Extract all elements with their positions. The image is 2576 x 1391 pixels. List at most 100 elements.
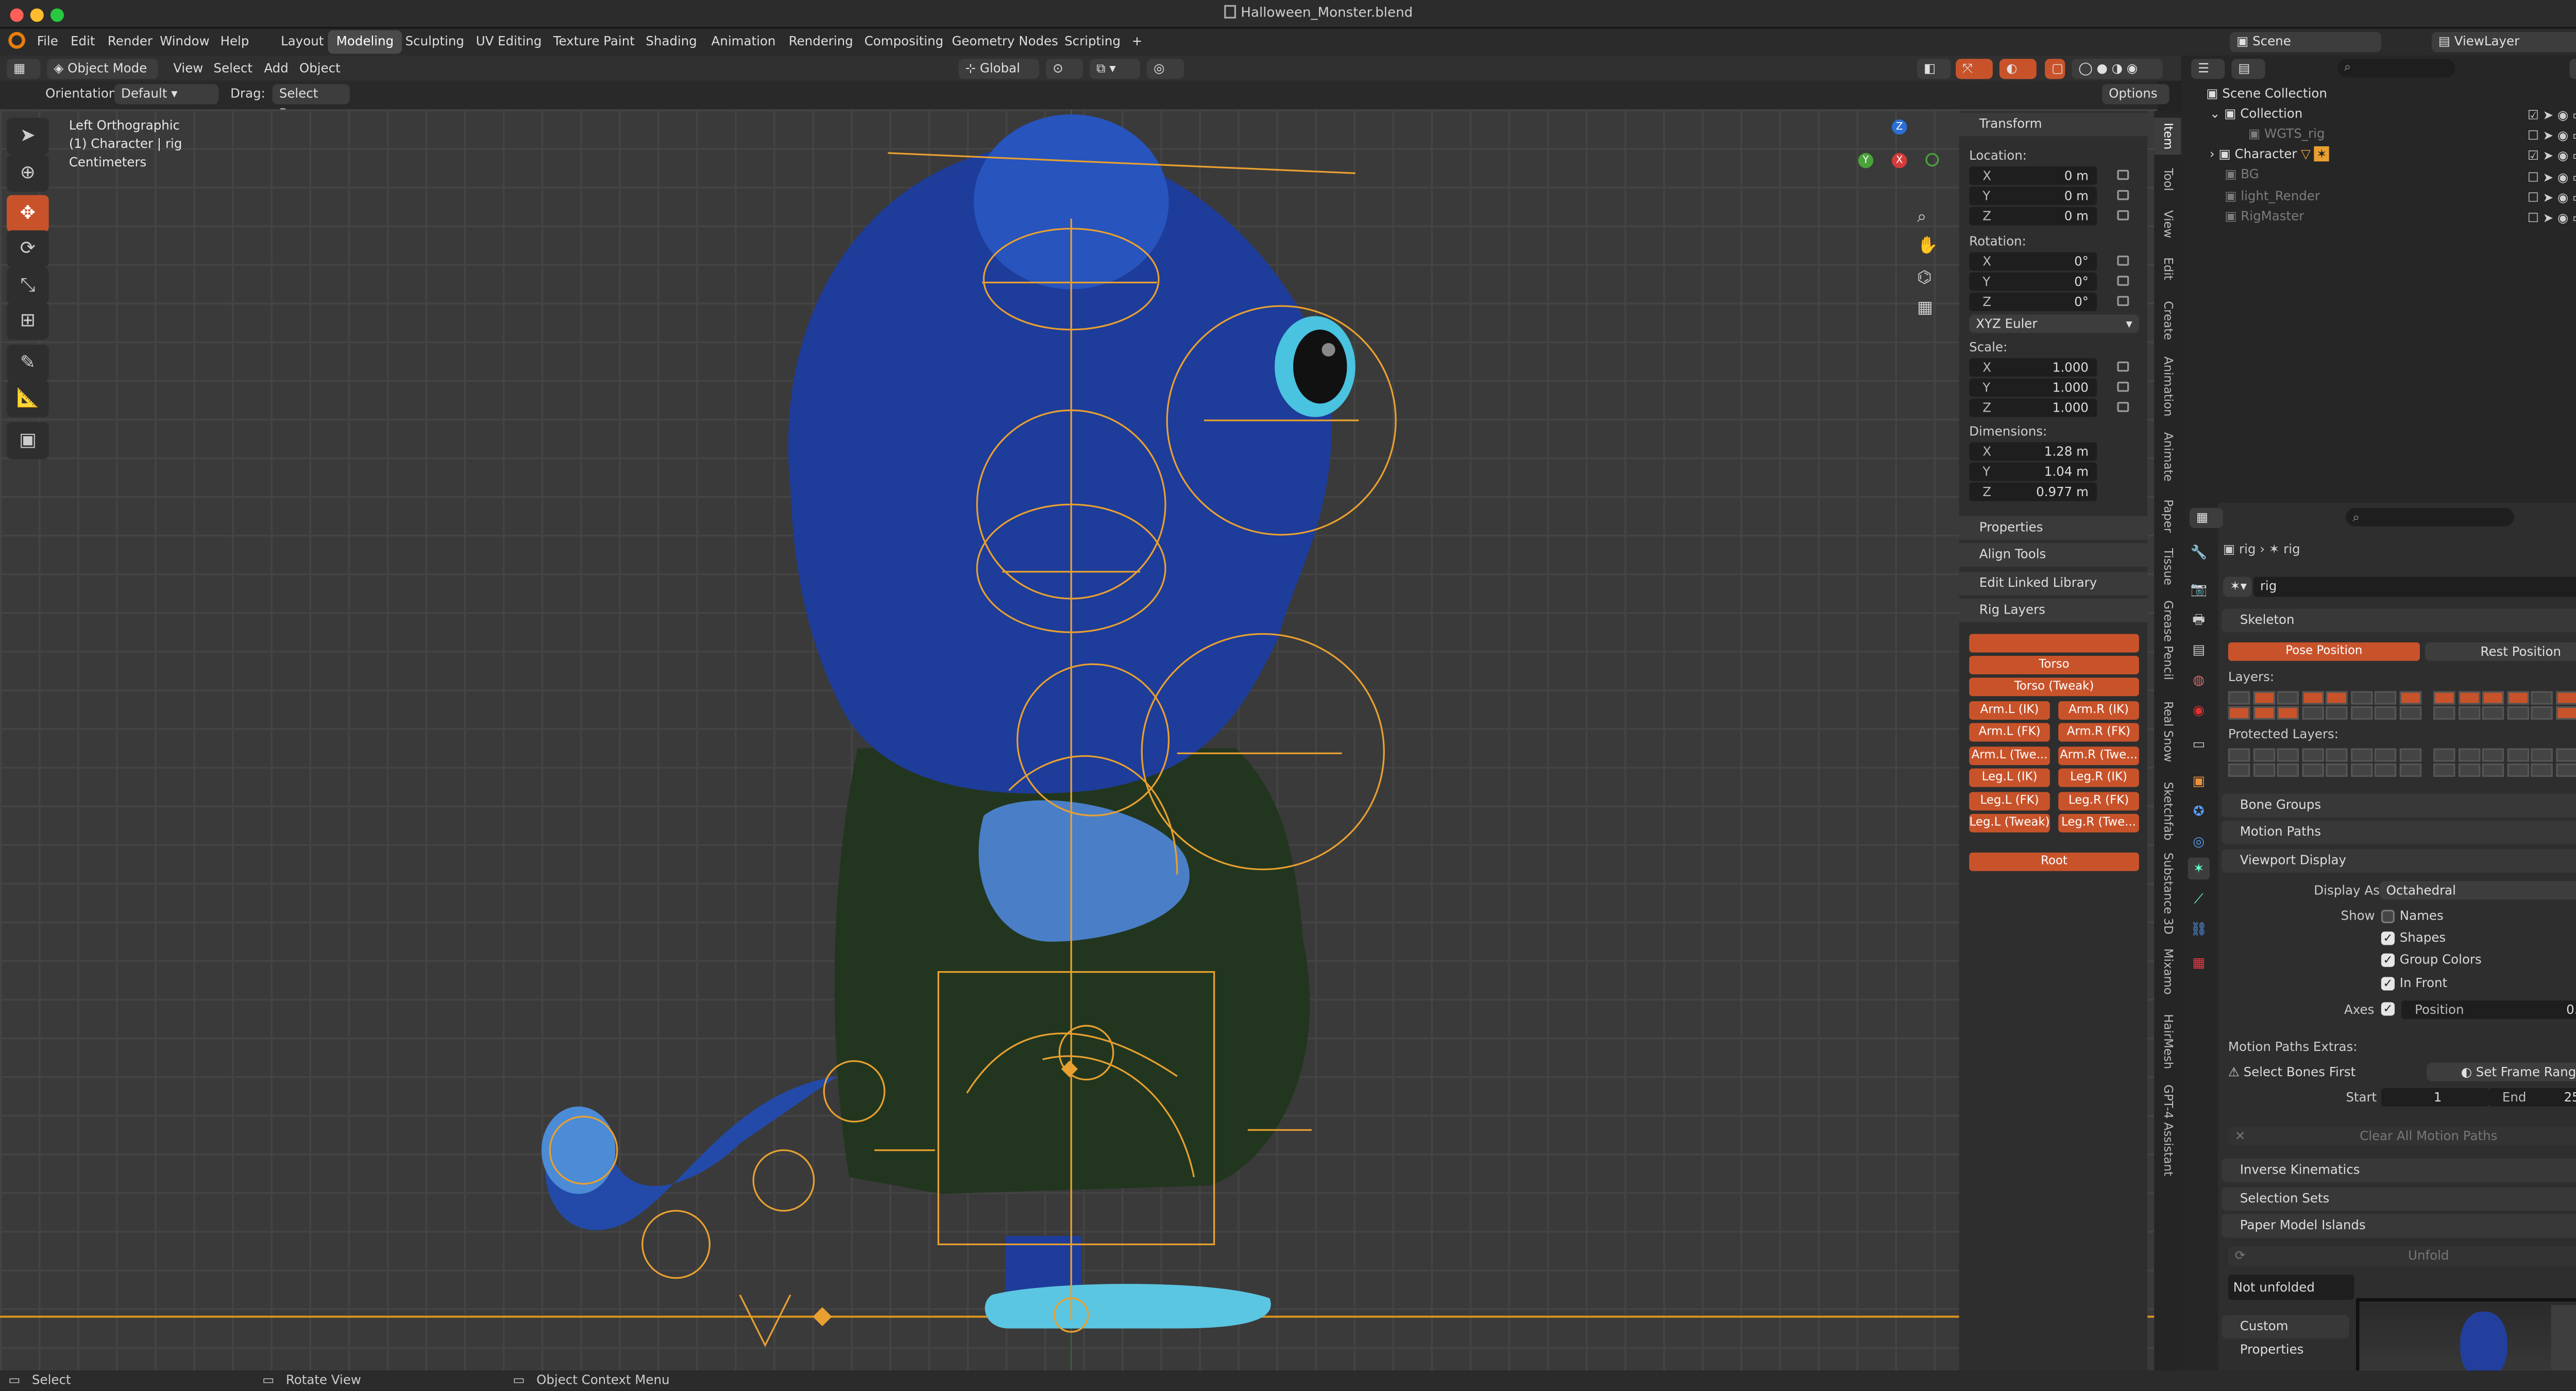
bone-layer-cell[interactable] — [2350, 763, 2372, 777]
outliner-row-light-render[interactable]: ▣ light_Render — [2225, 186, 2320, 207]
bone-layer-cell[interactable] — [2252, 763, 2275, 777]
rotate-tool-button[interactable]: ⟳ — [7, 230, 49, 267]
bone-layer-cell[interactable] — [2482, 706, 2504, 720]
bone-layer-cell[interactable] — [2506, 706, 2529, 720]
bone-layer-cell[interactable] — [2531, 691, 2553, 705]
tab-compositing[interactable]: Compositing — [856, 30, 952, 54]
paper-model-islands-section-header[interactable]: Paper Model Islands — [2221, 1214, 2576, 1238]
bone-layer-cell[interactable] — [2531, 763, 2553, 777]
location-x-field[interactable]: X0 m — [1969, 166, 2097, 185]
display-as-selector[interactable]: Octahedral▾ — [2379, 881, 2576, 900]
motion-paths-section-header[interactable]: Motion Paths — [2221, 820, 2576, 844]
tab-sculpting[interactable]: Sculpting — [397, 30, 472, 54]
overlays-toggle-button[interactable]: ◐ — [1999, 59, 2037, 79]
transform-orientation-selector[interactable]: ⊹ Global — [958, 59, 1040, 79]
bone-layer-cell[interactable] — [2326, 706, 2348, 720]
collection-properties-tab[interactable]: ▭ — [2188, 733, 2210, 755]
3d-viewport[interactable]: ➤ ⊕ ✥ ⟳ ⤡ ⊞ ✎ 📐 ▣ Left Orthographic (1) … — [0, 109, 2158, 1371]
z-axis-icon[interactable]: Z — [1892, 119, 1907, 135]
scale-y-field[interactable]: Y 1.000 — [1969, 378, 2097, 397]
tab-uv-editing[interactable]: UV Editing — [467, 30, 550, 54]
outliner-row-wgts-rig[interactable]: ▣ WGTS_rig — [2248, 125, 2325, 145]
bone-layer-cell[interactable] — [2531, 748, 2553, 762]
tab-shading[interactable]: Shading — [637, 30, 705, 54]
bone-constraints-tab[interactable]: ⛓ — [2188, 918, 2210, 940]
tab-real-snow[interactable]: Real Snow — [2154, 696, 2181, 767]
bone-layer-cell[interactable] — [2301, 763, 2324, 777]
pose-position-button[interactable]: Pose Position — [2228, 642, 2420, 661]
bone-layer-cell[interactable] — [2399, 763, 2421, 777]
rig-layer-root-button[interactable]: Root — [1969, 852, 2139, 871]
bone-layer-cell[interactable] — [2458, 706, 2480, 720]
dimensions-y-field[interactable]: Y 1.04 m — [1969, 462, 2097, 481]
location-y-field[interactable]: Y0 m — [1969, 186, 2097, 206]
bone-layer-cell[interactable] — [2506, 691, 2529, 705]
tab-animation[interactable]: Animation — [2154, 353, 2181, 420]
bone-layer-cell[interactable] — [2228, 748, 2250, 762]
bone-layer-cell[interactable] — [2374, 691, 2397, 705]
mode-selector[interactable]: ◈ Object Mode ▾ — [47, 59, 158, 96]
proportional-edit-button[interactable]: ◎ — [1147, 59, 1184, 79]
options-button[interactable]: Options ▾ — [2102, 84, 2170, 121]
tab-create[interactable]: Create — [2154, 296, 2181, 346]
tab-mixamo[interactable]: Mixamo — [2154, 945, 2181, 998]
bone-layer-cell[interactable] — [2555, 748, 2576, 762]
texture-properties-tab[interactable]: ▦ — [2188, 952, 2210, 973]
align-tools-panel-header[interactable]: Align Tools — [1959, 543, 2148, 567]
annotate-tool-button[interactable]: ✎ — [7, 345, 49, 382]
tab-texture-paint[interactable]: Texture Paint — [545, 30, 643, 54]
gizmo-toggle-button[interactable]: ⤧ — [1956, 59, 1993, 79]
rig-layer-face-button[interactable] — [1969, 634, 2139, 653]
bone-properties-tab[interactable]: ⟋ — [2188, 888, 2210, 909]
tab-modeling[interactable]: Modeling — [328, 30, 402, 54]
properties-search-input[interactable]: ⌕ — [2346, 507, 2514, 527]
bone-layer-cell[interactable] — [2301, 748, 2324, 762]
scene-properties-tab[interactable]: ◍ — [2188, 669, 2210, 691]
armature-data-tab[interactable]: ✶ — [2188, 857, 2210, 880]
zoom-icon[interactable]: ⌕ — [1917, 209, 1926, 227]
tab-animate[interactable]: Animate — [2154, 427, 2181, 488]
tab-paper[interactable]: Paper — [2154, 495, 2181, 538]
rig-layer-leg-r-tweak-button[interactable]: Leg.R (Twe... — [2058, 813, 2139, 833]
viewport-menu-add[interactable]: Add — [257, 57, 295, 81]
bone-layer-cell[interactable] — [2277, 706, 2299, 720]
rig-layers-panel-header[interactable]: Rig Layers — [1959, 598, 2148, 622]
properties-panel-header[interactable]: Properties — [1959, 516, 2148, 540]
world-properties-tab[interactable]: ◉ — [2188, 700, 2210, 721]
dimensions-x-field[interactable]: X 1.28 m — [1969, 442, 2097, 461]
menu-help[interactable]: Help — [214, 30, 256, 54]
properties-editor-type-button[interactable]: ▦ — [2189, 507, 2224, 528]
bone-layer-cell[interactable] — [2277, 748, 2299, 762]
bone-layer-cell[interactable] — [2374, 763, 2397, 777]
bone-layer-cell[interactable] — [2228, 706, 2250, 720]
bone-layer-cell[interactable] — [2482, 691, 2504, 705]
pan-hand-icon[interactable]: ✋ — [1917, 237, 1938, 256]
modifier-properties-tab[interactable]: ✪ — [2188, 801, 2210, 822]
x-axis-icon[interactable]: X — [1892, 153, 1907, 168]
view-layer-properties-tab[interactable]: ▤ — [2188, 639, 2210, 660]
lock-icon[interactable] — [2117, 381, 2129, 392]
show-group-colors-checkbox[interactable]: ✓ — [2381, 953, 2395, 967]
rotation-x-field[interactable]: X 0° — [1969, 252, 2097, 271]
bone-layer-cell[interactable] — [2531, 706, 2553, 720]
physics-properties-tab[interactable]: ◎ — [2188, 830, 2210, 852]
lock-icon[interactable] — [2117, 256, 2129, 266]
outliner-editor-type-button[interactable]: ☰ — [2191, 59, 2225, 79]
tab-animation[interactable]: Animation — [703, 30, 784, 54]
tab-gpt4-assistant[interactable]: GPT-4 Assistant — [2154, 1083, 2181, 1177]
axes-checkbox[interactable]: ✓ — [2381, 1002, 2395, 1016]
tab-item[interactable]: Item — [2154, 117, 2181, 155]
menu-render[interactable]: Render — [101, 30, 159, 54]
rig-layer-leg-l-fk-button[interactable]: Leg.L (FK) — [1969, 792, 2050, 811]
scale-tool-button[interactable]: ⤡ — [7, 267, 49, 304]
protected-layers-grid[interactable] — [2228, 748, 2576, 782]
bone-groups-section-header[interactable]: Bone Groups — [2221, 793, 2576, 818]
bone-layer-cell[interactable] — [2506, 748, 2529, 762]
bone-layer-cell[interactable] — [2482, 763, 2504, 777]
rig-layer-leg-r-ik-button[interactable]: Leg.R (IK) — [2058, 768, 2139, 787]
bone-layer-cell[interactable] — [2350, 691, 2372, 705]
lock-icon[interactable] — [2117, 402, 2129, 412]
tab-layout[interactable]: Layout — [273, 30, 332, 54]
lock-icon[interactable] — [2117, 361, 2129, 372]
armature-data-browse-button[interactable]: ✶▾ — [2223, 576, 2252, 597]
